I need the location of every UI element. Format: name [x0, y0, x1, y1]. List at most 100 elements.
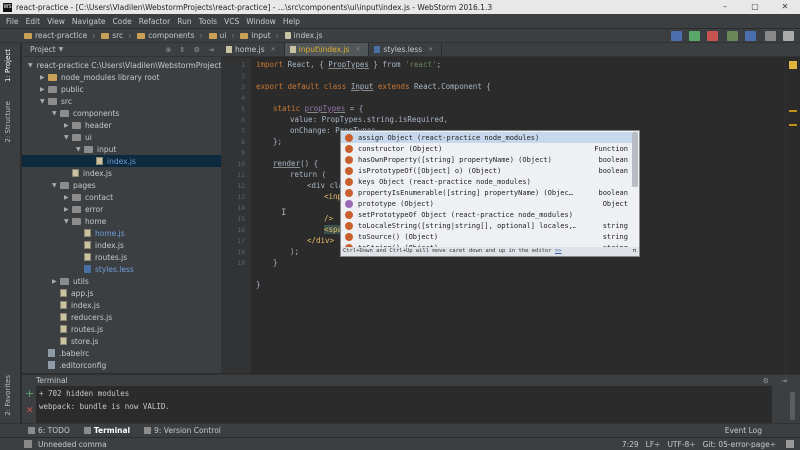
- pi-icon[interactable]: π: [633, 247, 636, 256]
- completion-item[interactable]: hasOwnProperty([string] propertyName) (O…: [341, 154, 632, 165]
- tree-item[interactable]: index.js: [22, 299, 221, 311]
- line-separator[interactable]: LF÷: [646, 440, 661, 449]
- expand-arrow-icon[interactable]: ▼: [76, 146, 84, 153]
- expand-arrow-icon[interactable]: ▼: [40, 98, 48, 105]
- tree-item[interactable]: ▼ react-practice C:\Users\Vladilen\Websto…: [22, 59, 221, 71]
- tree-item[interactable]: ▼ components: [22, 107, 221, 119]
- favorites-tool-tab[interactable]: 2: Favorites: [4, 375, 12, 416]
- git-branch[interactable]: Git: 05-error-page÷: [703, 440, 776, 449]
- completion-scrollbar[interactable]: [632, 132, 638, 187]
- tree-item[interactable]: ▼ input: [22, 143, 221, 155]
- warning-marker[interactable]: [789, 124, 797, 126]
- menu-help[interactable]: Help: [283, 17, 300, 26]
- completion-item[interactable]: constructor (Object) Function: [341, 143, 632, 154]
- expand-arrow-icon[interactable]: ▶: [64, 194, 72, 201]
- tree-item[interactable]: .babelrc: [22, 347, 221, 359]
- tree-item[interactable]: ▼ pages: [22, 179, 221, 191]
- breadcrumb-ui[interactable]: ui ›: [208, 31, 234, 40]
- expand-arrow-icon[interactable]: ▶: [40, 74, 48, 81]
- menu-vcs[interactable]: VCS: [224, 17, 239, 26]
- tree-item[interactable]: reducers.js: [22, 311, 221, 323]
- close-tab-icon[interactable]: ✕: [271, 46, 276, 53]
- menu-tools[interactable]: Tools: [199, 17, 217, 26]
- breadcrumb-components[interactable]: components ›: [137, 31, 203, 40]
- tree-item[interactable]: store.js: [22, 335, 221, 347]
- settings-icon[interactable]: [765, 31, 776, 41]
- scroll-thumb[interactable]: [790, 392, 795, 420]
- tree-item[interactable]: ▶ utils: [22, 275, 221, 287]
- tree-item[interactable]: app.js: [22, 287, 221, 299]
- tab-input-index-js[interactable]: input\index.js ✕: [284, 43, 370, 56]
- caret-position[interactable]: 7:29: [622, 440, 639, 449]
- terminal-scrollbar[interactable]: [772, 386, 800, 423]
- structure-tool-tab[interactable]: 2: Structure: [4, 101, 12, 143]
- expand-arrow-icon[interactable]: ▶: [64, 206, 72, 213]
- tree-item[interactable]: ▼ home: [22, 215, 221, 227]
- completion-item[interactable]: prototype (Object) Object: [341, 198, 632, 209]
- tree-item[interactable]: index.js: [22, 167, 221, 179]
- completion-item[interactable]: toSource() (Object) string: [341, 231, 632, 242]
- tree-item[interactable]: ▶ node_modules library root: [22, 71, 221, 83]
- tree-item[interactable]: ▶ header: [22, 119, 221, 131]
- terminal-output[interactable]: + 702 hidden modules webpack: bundle is …: [36, 386, 772, 423]
- menu-file[interactable]: File: [6, 17, 19, 26]
- tree-item[interactable]: ▼ ui: [22, 131, 221, 143]
- run-icon[interactable]: [689, 31, 700, 41]
- close-tab-icon[interactable]: ✕: [355, 46, 360, 53]
- menu-run[interactable]: Run: [177, 17, 191, 26]
- breadcrumb-src[interactable]: src ›: [101, 31, 131, 40]
- debug-icon[interactable]: [707, 31, 718, 41]
- tree-item[interactable]: home.js: [22, 227, 221, 239]
- tree-item[interactable]: index.js: [22, 155, 221, 167]
- expand-arrow-icon[interactable]: ▼: [28, 62, 33, 69]
- expand-arrow-icon[interactable]: ▼: [52, 110, 60, 117]
- completion-item[interactable]: keys Object (react-practice node_modules…: [341, 176, 632, 187]
- help-icon[interactable]: [783, 31, 794, 41]
- expand-arrow-icon[interactable]: ▶: [64, 122, 72, 129]
- tab-home-js[interactable]: home.js ✕: [221, 43, 285, 56]
- tree-item[interactable]: ▶ contact: [22, 191, 221, 203]
- vcs-update-icon[interactable]: [727, 31, 738, 41]
- menu-code[interactable]: Code: [113, 17, 132, 26]
- completion-item[interactable]: isPrototypeOf([Object] o) (Object) boolea…: [341, 165, 632, 176]
- new-session-icon[interactable]: +: [25, 388, 34, 399]
- menu-window[interactable]: Window: [246, 17, 276, 26]
- terminal-tool-tab[interactable]: Terminal: [83, 426, 130, 435]
- vcs-commit-icon[interactable]: [745, 31, 756, 41]
- version-control-tool-tab[interactable]: 9: Version Control: [144, 426, 221, 435]
- menu-view[interactable]: View: [47, 17, 65, 26]
- minimize-button[interactable]: –: [710, 0, 740, 14]
- close-tab-icon[interactable]: ✕: [428, 46, 433, 53]
- completion-item[interactable]: propertyIsEnumerable([string] propertyNa…: [341, 187, 632, 198]
- completion-item[interactable]: assign Object (react-practice node_modul…: [341, 132, 632, 143]
- maximize-button[interactable]: ▢: [740, 0, 770, 14]
- close-button[interactable]: ✕: [770, 0, 800, 14]
- line-number-gutter[interactable]: 1 2 3 4 5 6 7 8 9 10 11 12 13 14 15 16 17 18 19: [221, 58, 251, 373]
- todo-tool-tab[interactable]: 6: TODO: [28, 426, 70, 435]
- project-tool-tab[interactable]: 1: Project: [4, 49, 12, 82]
- expand-arrow-icon[interactable]: ▼: [64, 218, 72, 225]
- warning-indicator-icon[interactable]: [789, 61, 797, 69]
- completion-item[interactable]: toLocaleString([string|string[], optiona…: [341, 220, 632, 231]
- expand-arrow-icon[interactable]: ▶: [40, 86, 48, 93]
- hint-more-link[interactable]: >>: [555, 248, 562, 254]
- tree-item[interactable]: ▶ public: [22, 83, 221, 95]
- breadcrumb-react-practice[interactable]: react-practice ›: [24, 31, 95, 40]
- expand-arrow-icon[interactable]: ▼: [52, 182, 60, 189]
- breadcrumb-index-js[interactable]: index.js: [284, 31, 323, 40]
- completion-item[interactable]: setPrototypeOf Object (react-practice no…: [341, 209, 632, 220]
- menu-edit[interactable]: Edit: [26, 17, 41, 26]
- lock-icon[interactable]: [786, 440, 794, 448]
- tree-item[interactable]: routes.js: [22, 323, 221, 335]
- tree-item[interactable]: .editorconfig: [22, 359, 221, 371]
- expand-arrow-icon[interactable]: ▼: [64, 134, 72, 141]
- close-session-icon[interactable]: ✕: [26, 406, 34, 416]
- file-encoding[interactable]: UTF-8÷: [667, 440, 695, 449]
- event-log-tab[interactable]: Event Log: [725, 424, 762, 438]
- menu-refactor[interactable]: Refactor: [139, 17, 170, 26]
- tree-item[interactable]: styles.less: [22, 263, 221, 275]
- tab-styles-less[interactable]: styles.less ✕: [369, 43, 443, 56]
- run-config-icon[interactable]: [671, 31, 682, 41]
- status-toggle-icon[interactable]: [24, 440, 32, 448]
- tree-item[interactable]: routes.js: [22, 251, 221, 263]
